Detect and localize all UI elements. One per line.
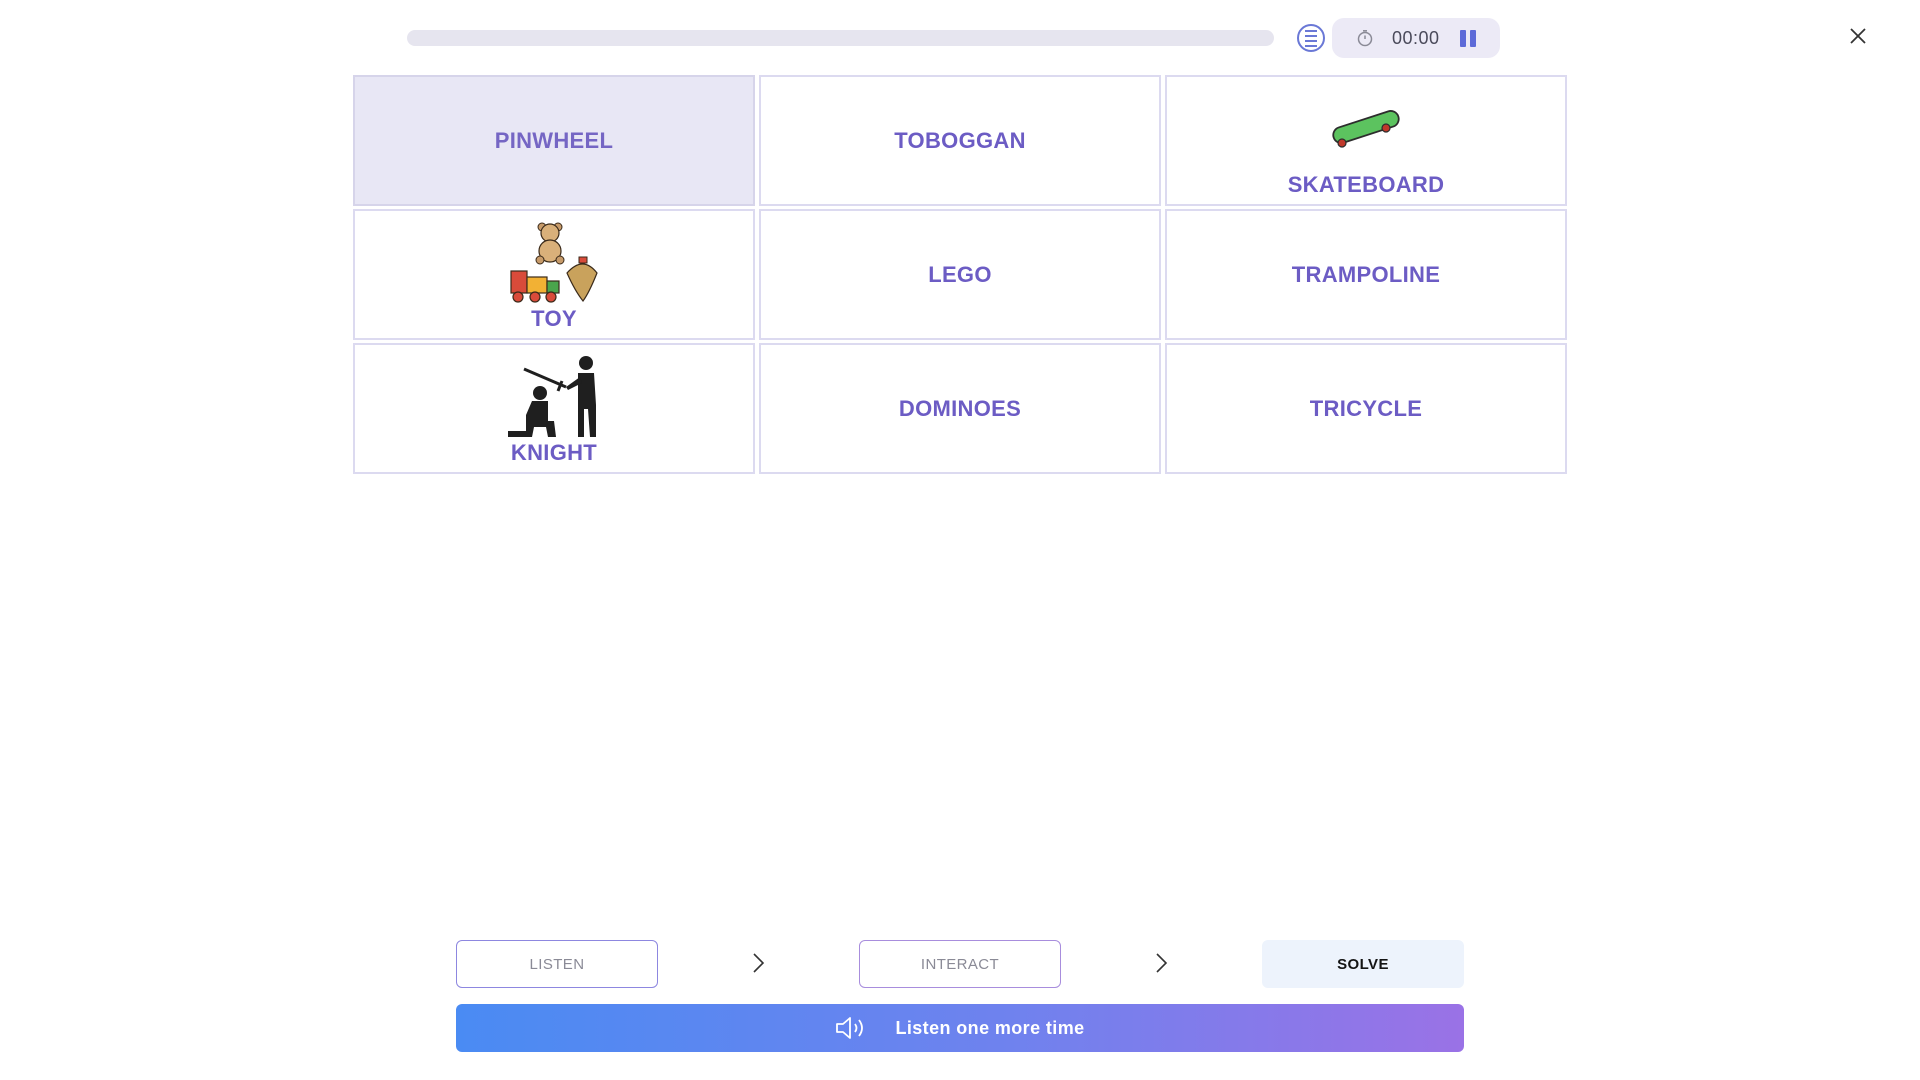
interact-step-button[interactable]: INTERACT: [859, 940, 1061, 988]
progress-bar: [407, 30, 1274, 46]
word-card-lego[interactable]: LEGO: [759, 209, 1161, 340]
step-navigation: LISTEN INTERACT SOLVE: [456, 940, 1464, 988]
timer-panel: 00:00: [1332, 18, 1500, 58]
word-label: PINWHEEL: [494, 127, 614, 153]
word-label: KNIGHT: [510, 440, 598, 465]
top-bar: 00:00: [0, 0, 1920, 75]
word-label: TOBOGGAN: [894, 127, 1026, 153]
word-label: DOMINOES: [898, 395, 1022, 421]
pause-icon[interactable]: [1459, 30, 1477, 48]
toys-icon: [510, 222, 598, 303]
word-card-toboggan[interactable]: TOBOGGAN: [759, 75, 1161, 206]
listen-again-label: Listen one more time: [895, 1017, 1085, 1038]
listen-step-button[interactable]: LISTEN: [456, 940, 658, 988]
word-card-pinwheel[interactable]: PINWHEEL: [353, 75, 755, 206]
close-icon[interactable]: [1846, 24, 1870, 48]
chevron-right-icon: [753, 953, 765, 973]
chevron-right-icon: [1156, 953, 1168, 973]
word-card-dominoes[interactable]: DOMINOES: [759, 343, 1161, 474]
list-icon: [1305, 28, 1317, 48]
list-menu-button[interactable]: [1297, 24, 1325, 52]
listen-again-button[interactable]: Listen one more time: [456, 1004, 1464, 1052]
word-card-knight[interactable]: KNIGHT: [353, 343, 755, 474]
knighting-icon: [508, 356, 596, 437]
stopwatch-icon: [1357, 30, 1373, 47]
skateboard-icon: [1332, 110, 1400, 148]
word-card-trampoline[interactable]: TRAMPOLINE: [1165, 209, 1567, 340]
word-grid: PINWHEEL TOBOGGAN SKATEBOARD TOY LEGO TR…: [353, 75, 1567, 476]
word-card-tricycle[interactable]: TRICYCLE: [1165, 343, 1567, 474]
word-label: TOY: [531, 306, 577, 331]
word-card-toy[interactable]: TOY: [353, 209, 755, 340]
word-label: LEGO: [928, 261, 992, 287]
word-label: TRAMPOLINE: [1291, 261, 1441, 287]
timer-value: 00:00: [1392, 28, 1440, 48]
word-card-skateboard[interactable]: SKATEBOARD: [1165, 75, 1567, 206]
speaker-icon: [836, 1017, 864, 1039]
solve-step-button[interactable]: SOLVE: [1262, 940, 1464, 988]
word-label: TRICYCLE: [1309, 395, 1423, 421]
word-label: SKATEBOARD: [1287, 172, 1445, 197]
